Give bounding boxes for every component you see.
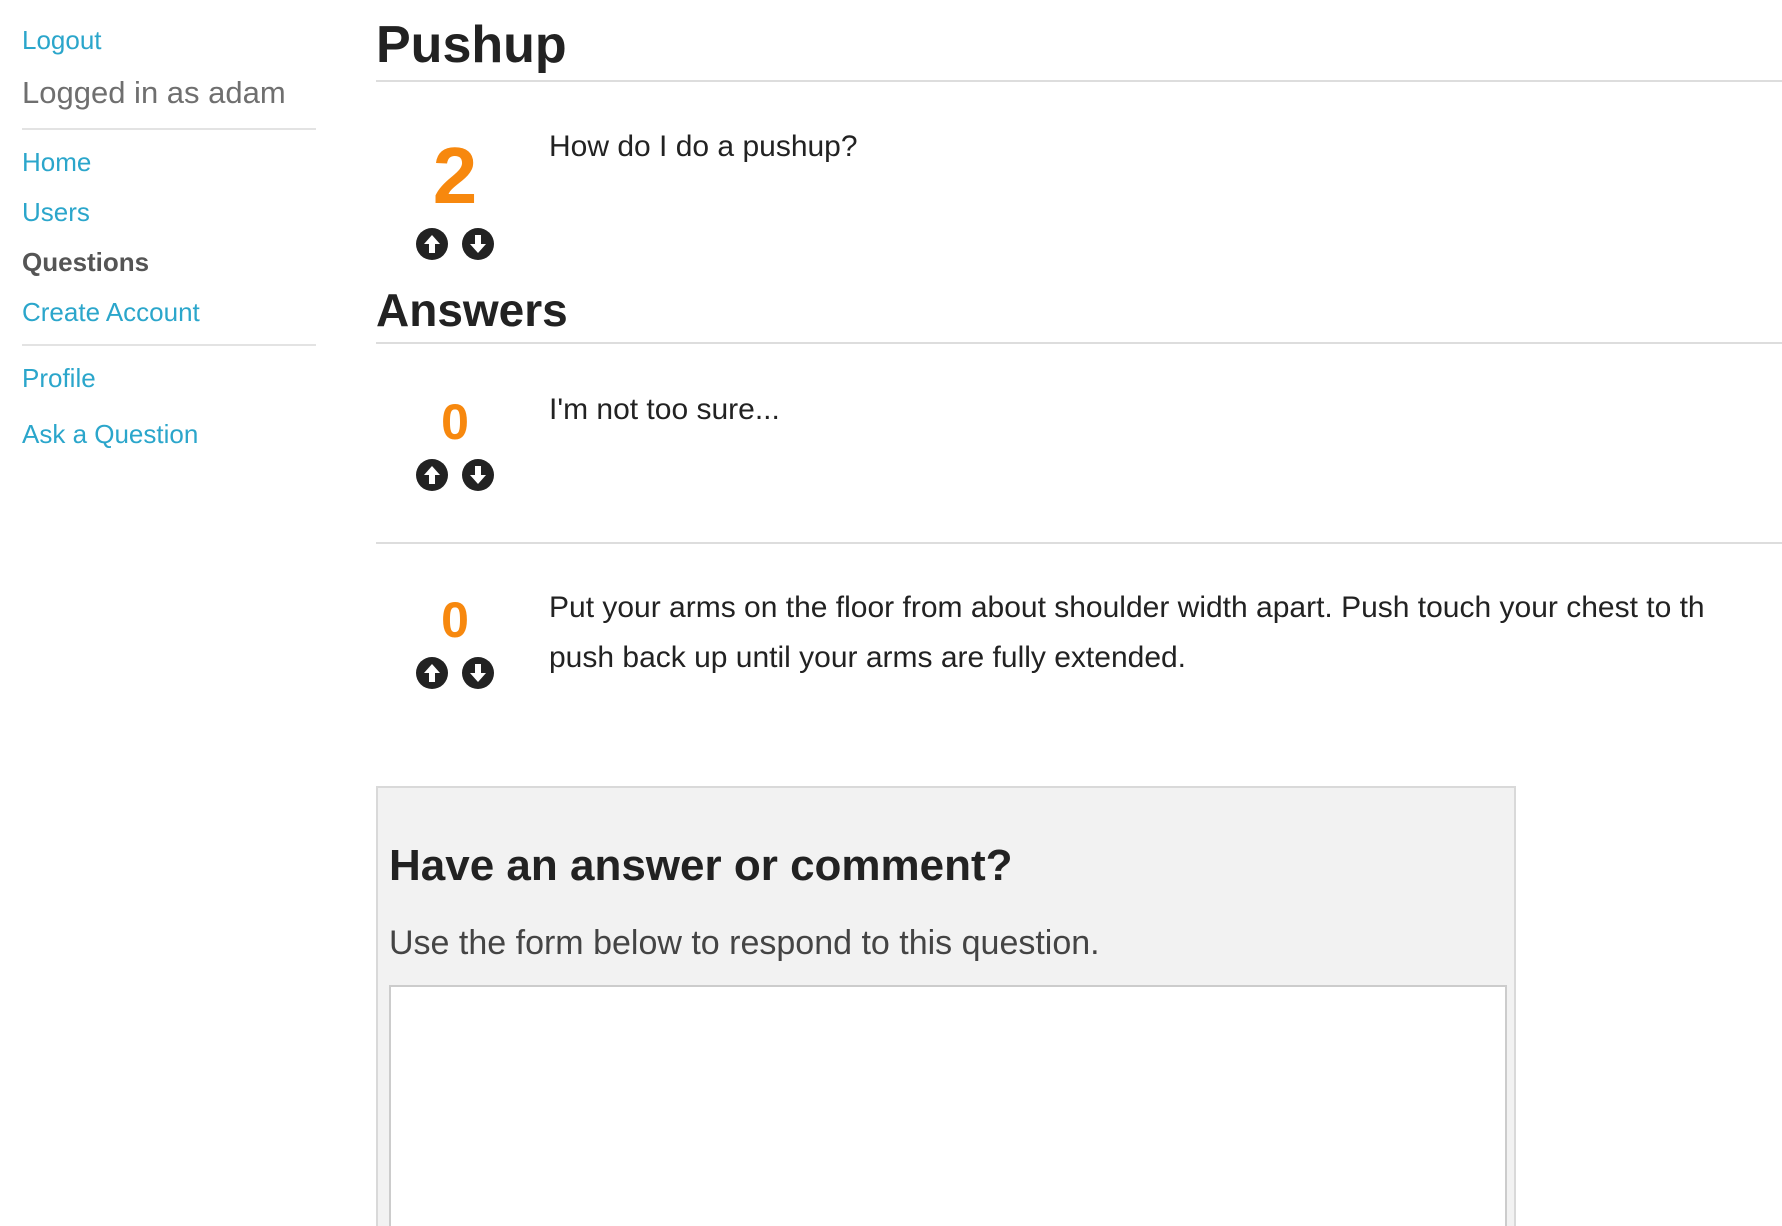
answer-body: Put your arms on the floor from about sh… bbox=[549, 583, 1705, 683]
answer-textarea[interactable] bbox=[389, 985, 1507, 1226]
title-divider bbox=[376, 80, 1782, 82]
form-subtitle: Use the form below to respond to this qu… bbox=[389, 924, 1100, 962]
answer-body-line: I'm not too sure... bbox=[549, 393, 780, 426]
form-title: Have an answer or comment? bbox=[389, 841, 1013, 890]
arrow-up-circle-icon[interactable] bbox=[416, 228, 448, 260]
answers-heading: Answers bbox=[376, 284, 568, 336]
answer-body-line: push back up until your arms are fully e… bbox=[549, 641, 1187, 674]
question-title: Pushup bbox=[376, 16, 567, 74]
arrow-up-circle-icon[interactable] bbox=[416, 657, 448, 689]
answers-divider bbox=[376, 342, 1782, 344]
question-score: 2 bbox=[432, 131, 478, 220]
sidebar-item-home[interactable]: Home bbox=[22, 144, 316, 180]
vote-arrows bbox=[410, 459, 500, 491]
question-body: How do I do a pushup? bbox=[549, 122, 858, 172]
sidebar: Logout Logged in as adam Home Users Ques… bbox=[22, 22, 316, 452]
answer-score: 0 bbox=[441, 394, 469, 450]
arrow-up-circle-icon[interactable] bbox=[416, 459, 448, 491]
arrow-down-circle-icon[interactable] bbox=[462, 657, 494, 689]
question-body-text: How do I do a pushup? bbox=[549, 130, 858, 163]
logged-in-status: Logged in as adam bbox=[22, 75, 286, 110]
vote-arrows bbox=[410, 228, 500, 260]
answer-form-panel: Have an answer or comment? Use the form … bbox=[376, 786, 1516, 1226]
answer-score: 0 bbox=[441, 592, 469, 648]
answer-vote-controls: 0 bbox=[410, 393, 500, 491]
sidebar-item-ask-question[interactable]: Ask a Question bbox=[22, 416, 316, 452]
sidebar-item-questions[interactable]: Questions bbox=[22, 244, 316, 280]
page: Logout Logged in as adam Home Users Ques… bbox=[0, 0, 1782, 1226]
arrow-down-circle-icon[interactable] bbox=[462, 228, 494, 260]
answer-divider bbox=[376, 542, 1782, 544]
arrow-down-circle-icon[interactable] bbox=[462, 459, 494, 491]
question-vote-controls: 2 bbox=[410, 132, 500, 260]
answer-body: I'm not too sure... bbox=[549, 385, 780, 435]
sidebar-item-profile[interactable]: Profile bbox=[22, 360, 316, 396]
sidebar-item-create-account[interactable]: Create Account bbox=[22, 294, 316, 330]
answer-body-line: Put your arms on the floor from about sh… bbox=[549, 591, 1705, 624]
vote-arrows bbox=[410, 657, 500, 689]
sidebar-item-users[interactable]: Users bbox=[22, 194, 316, 230]
logout-link[interactable]: Logout bbox=[22, 22, 316, 58]
sidebar-divider bbox=[22, 344, 316, 346]
sidebar-divider bbox=[22, 128, 316, 130]
answer-vote-controls: 0 bbox=[410, 591, 500, 689]
